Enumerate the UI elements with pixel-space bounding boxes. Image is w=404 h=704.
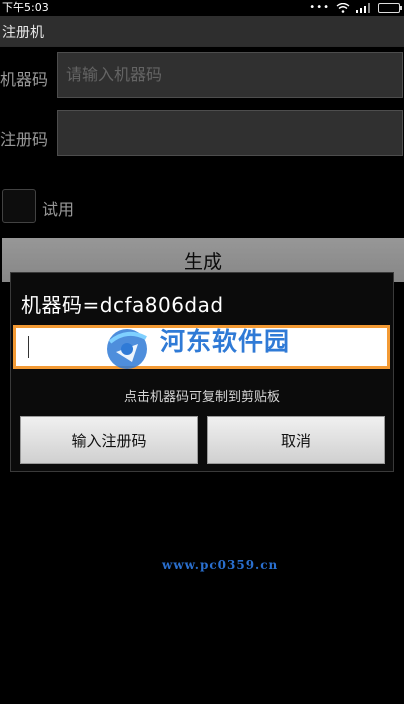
signal-icon <box>356 3 370 13</box>
cancel-button[interactable]: 取消 <box>207 416 385 464</box>
status-icons: ••• <box>309 2 402 14</box>
status-time: 下午5:03 <box>2 1 49 14</box>
wifi-icon <box>336 3 350 13</box>
battery-icon <box>378 3 402 13</box>
dialog-hint: 点击机器码可复制到剪贴板 <box>123 390 280 405</box>
notification-dots-icon: ••• <box>309 2 330 13</box>
dialog-title[interactable]: 机器码=dcfa806dad <box>21 289 224 318</box>
app-titlebar: 注册机 <box>0 16 404 47</box>
status-bar: 下午5:03 ••• <box>0 0 404 16</box>
enter-register-code-button[interactable]: 输入注册码 <box>20 416 198 464</box>
app-title: 注册机 <box>2 25 44 41</box>
machine-code-dialog: 机器码=dcfa806dad 点击机器码可复制到剪贴板 输入注册码 取消 <box>10 272 394 472</box>
dialog-register-code-input[interactable] <box>13 325 390 369</box>
text-caret <box>28 336 29 358</box>
